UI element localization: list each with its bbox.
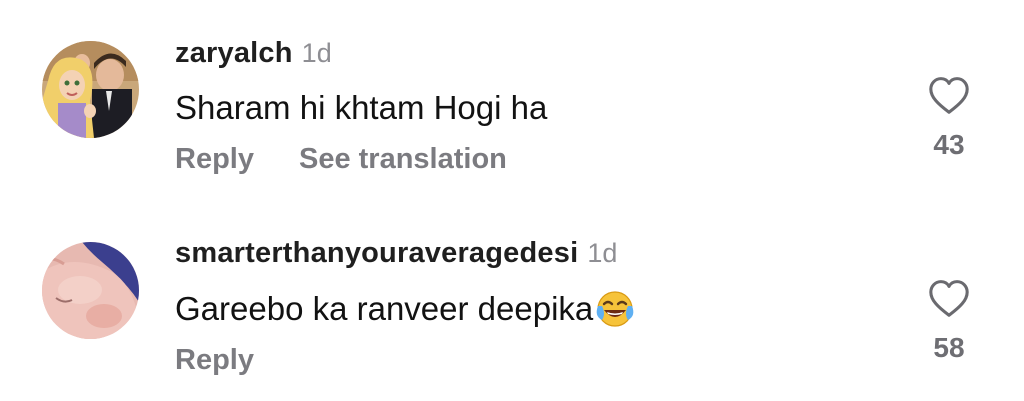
comment-actions: Reply [175,344,254,377]
user-avatar[interactable] [42,41,139,138]
like-count: 43 [933,129,965,160]
face-with-tears-of-joy-icon [596,291,634,327]
comment-text-content: Gareebo ka ranveer deepika [175,290,594,327]
like-count: 58 [933,332,965,363]
username-link[interactable]: zaryalch [175,37,293,70]
avatar-image [42,242,139,339]
username-link[interactable]: smarterthanyouraveragedesi [175,237,578,270]
avatar-image [42,41,139,138]
comment-timestamp: 1d [301,38,332,68]
reply-button[interactable]: Reply [175,344,254,377]
comment-actions: Reply See translation [175,143,507,176]
like-control: 58 [918,278,980,364]
username-row: zaryalch 1d [175,37,332,70]
comment-text: Gareebo ka ranveer deepika [175,288,636,330]
like-control: 43 [918,75,980,161]
username-row: smarterthanyouraveragedesi 1d [175,237,617,270]
user-avatar[interactable] [42,242,139,339]
heart-outline-icon[interactable] [927,75,971,115]
reply-button[interactable]: Reply [175,143,254,176]
comment-item: smarterthanyouraveragedesi 1d Gareebo ka… [0,200,1024,401]
comment-text-content: Sharam hi khtam Hogi ha [175,89,548,126]
see-translation-button[interactable]: See translation [299,143,507,176]
comment-item: zaryalch 1d Sharam hi khtam Hogi ha Repl… [0,0,1024,200]
comment-text: Sharam hi khtam Hogi ha [175,89,547,127]
heart-outline-icon[interactable] [927,278,971,318]
comment-timestamp: 1d [587,238,618,268]
